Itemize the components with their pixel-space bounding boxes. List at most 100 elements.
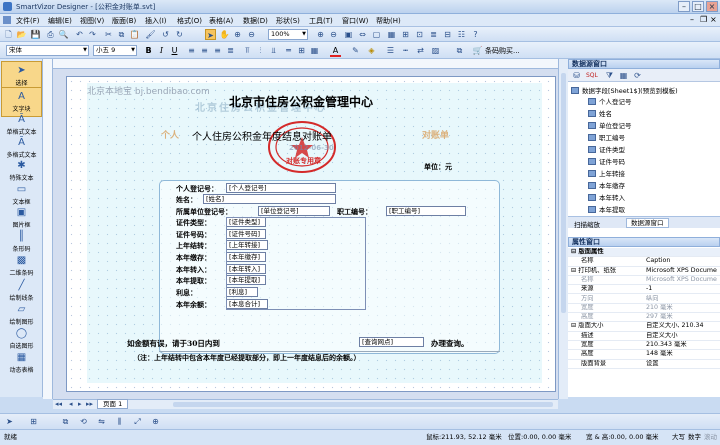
tree-field[interactable]: 个人登记号	[588, 96, 632, 106]
menu-shape[interactable]: 形状(S)	[276, 16, 300, 26]
menu-window[interactable]: 窗口(W)	[342, 16, 368, 26]
property-row[interactable]: 高度 297 毫米	[568, 313, 720, 323]
copy-icon[interactable]: ⧉	[116, 29, 127, 40]
line-weight-icon[interactable]: ☰	[385, 45, 396, 56]
vertical-scroll-thumb[interactable]	[561, 73, 566, 313]
design-page[interactable]: 北京本地宝 bj.bendibao.com 北京住房公积金管理中心 北京市住房公…	[66, 76, 556, 392]
print-icon[interactable]: ⎙	[45, 29, 56, 40]
table-icon[interactable]: ▦	[309, 45, 320, 56]
page-tab[interactable]: 页面 1	[97, 399, 129, 409]
tool-dynamic-table[interactable]: ▦ 动态表格	[1, 349, 42, 379]
cart-icon[interactable]: 🛒	[472, 45, 483, 56]
open-icon[interactable]: 📂	[16, 29, 27, 40]
zoom-in-btn-icon[interactable]: ⊕	[315, 29, 326, 40]
table-view-icon[interactable]: ▦	[618, 70, 629, 81]
mdi-minimize-icon[interactable]: –	[690, 15, 694, 24]
zoom-combo[interactable]: 100% ▼	[268, 29, 308, 40]
property-row[interactable]: ⊟ 版面属性	[568, 248, 720, 258]
tree-field[interactable]: 职工编号	[588, 132, 625, 142]
property-row[interactable]: 名称 Microsoft XPS Docume	[568, 276, 720, 286]
mdi-restore-icon[interactable]: ❐	[700, 15, 707, 24]
zoom-out-icon[interactable]: ⊖	[246, 29, 257, 40]
menu-table[interactable]: 表格(A)	[209, 16, 233, 26]
fit-width-icon[interactable]: ⇔	[357, 29, 368, 40]
justify-icon[interactable]: ≣	[225, 45, 236, 56]
print-preview-icon[interactable]: 🔍	[58, 29, 69, 40]
shadow-icon[interactable]: ▨	[430, 45, 441, 56]
layers-icon[interactable]: ≣	[428, 29, 439, 40]
close-button[interactable]: ×	[706, 1, 718, 12]
tab-data-source[interactable]: 数据源窗口	[626, 218, 669, 228]
menu-insert[interactable]: 插入(I)	[145, 16, 167, 26]
tree-field[interactable]: 姓名	[588, 108, 612, 118]
draw-rotate-icon[interactable]: ⟲	[78, 416, 89, 427]
help-icon[interactable]: ?	[470, 29, 481, 40]
doc-subtitle[interactable]: 个人住房公积金年度结息对账单	[192, 128, 332, 143]
menu-data[interactable]: 数据(D)	[243, 16, 268, 26]
field-unit-id[interactable]: [单位登记号]	[258, 206, 330, 216]
pan-icon[interactable]: ✋	[219, 29, 230, 40]
bold-icon[interactable]: B	[143, 45, 154, 56]
property-row[interactable]: 描述 自定义大小	[568, 332, 720, 341]
field-personal-id[interactable]: [个人登记号]	[226, 183, 336, 193]
draw-distribute-icon[interactable]: ⫼	[114, 416, 125, 427]
tree-field[interactable]: 证件号码	[588, 156, 625, 166]
tree-root[interactable]: 数据字段[Sheet1$](预览到模板)	[571, 85, 678, 95]
mdi-close-icon[interactable]: ×	[710, 15, 717, 24]
horizontal-scrollbar[interactable]	[173, 402, 553, 407]
tree-field[interactable]: 证件类型	[588, 144, 625, 154]
menu-view[interactable]: 视图(V)	[80, 16, 104, 26]
select-pointer-icon[interactable]: ➤	[205, 29, 216, 40]
property-row[interactable]: 方向 纵向	[568, 295, 720, 304]
menu-layout[interactable]: 版面(B)	[112, 16, 136, 26]
draw-select-icon[interactable]: ➤	[4, 416, 15, 427]
draw-flip-icon[interactable]: ⇋	[96, 416, 107, 427]
undo2-icon[interactable]: ↺	[160, 29, 171, 40]
page-nav-next-icon[interactable]: ▸	[78, 400, 82, 408]
maximize-button[interactable]: □	[692, 1, 704, 12]
guides-icon[interactable]: ⊞	[400, 29, 411, 40]
font-combo[interactable]: 宋体 ▼	[6, 45, 89, 56]
draw-center-icon[interactable]: ⊕	[150, 416, 161, 427]
group-icon[interactable]: ⧉	[454, 45, 465, 56]
field-query-branch[interactable]: [查询网点]	[359, 337, 424, 347]
page-nav-prev-icon[interactable]: ◂	[69, 400, 73, 408]
page-nav-last-icon[interactable]: ▸▸	[86, 400, 93, 408]
tree-field[interactable]: 上年转接	[588, 168, 625, 178]
font-size-combo[interactable]: 小五 9 ▼	[93, 45, 137, 56]
menu-help[interactable]: 帮助(H)	[376, 16, 401, 26]
property-row[interactable]: 宽度 210 毫米	[568, 304, 720, 314]
refresh-icon[interactable]: ⟳	[632, 70, 643, 81]
menu-tools[interactable]: 工具(T)	[309, 16, 333, 26]
paste-icon[interactable]: 📋	[129, 29, 140, 40]
doc-title[interactable]: 北京市住房公积金管理中心	[229, 93, 373, 110]
border-icon[interactable]: ⊞	[296, 45, 307, 56]
property-row[interactable]: 名称 Caption	[568, 257, 720, 267]
redo-icon[interactable]: ↷	[87, 29, 98, 40]
draw-size-icon[interactable]: ⤢	[132, 416, 143, 427]
redo2-icon[interactable]: ↻	[174, 29, 185, 40]
properties-icon[interactable]: ☷	[456, 29, 467, 40]
sql-icon[interactable]: SQL	[586, 70, 598, 81]
undo-icon[interactable]: ↶	[74, 29, 85, 40]
filter-icon[interactable]: ⧩	[604, 70, 615, 81]
align-left-icon[interactable]: ≡	[186, 45, 197, 56]
snap-icon[interactable]: ⊡	[414, 29, 425, 40]
zoom-out-btn-icon[interactable]: ⊖	[328, 29, 339, 40]
zoom-icon[interactable]: ⊕	[232, 29, 243, 40]
underline-icon[interactable]: U	[169, 45, 180, 56]
dash-style-icon[interactable]: ┅	[400, 45, 411, 56]
tree-field[interactable]: 本年缴存	[588, 180, 625, 190]
draw-align-icon[interactable]: ⊞	[28, 416, 39, 427]
valign-bottom-icon[interactable]: ⫫	[268, 45, 279, 56]
field-name[interactable]: [姓名]	[203, 194, 336, 204]
cut-icon[interactable]: ✂	[103, 29, 114, 40]
field-employee-id[interactable]: [职工编号]	[386, 206, 466, 216]
tree-field[interactable]: 单位登记号	[588, 120, 632, 130]
fill-color-icon[interactable]: ◈	[366, 45, 377, 56]
menu-file[interactable]: 文件(F)	[16, 16, 40, 26]
property-row[interactable]: 宽度 210.343 毫米	[568, 341, 720, 351]
property-row[interactable]: ⊟ 版面大小 自定义大小, 210.34	[568, 322, 720, 332]
property-row[interactable]: 来源 -1	[568, 285, 720, 295]
align-right-icon[interactable]: ≡	[212, 45, 223, 56]
